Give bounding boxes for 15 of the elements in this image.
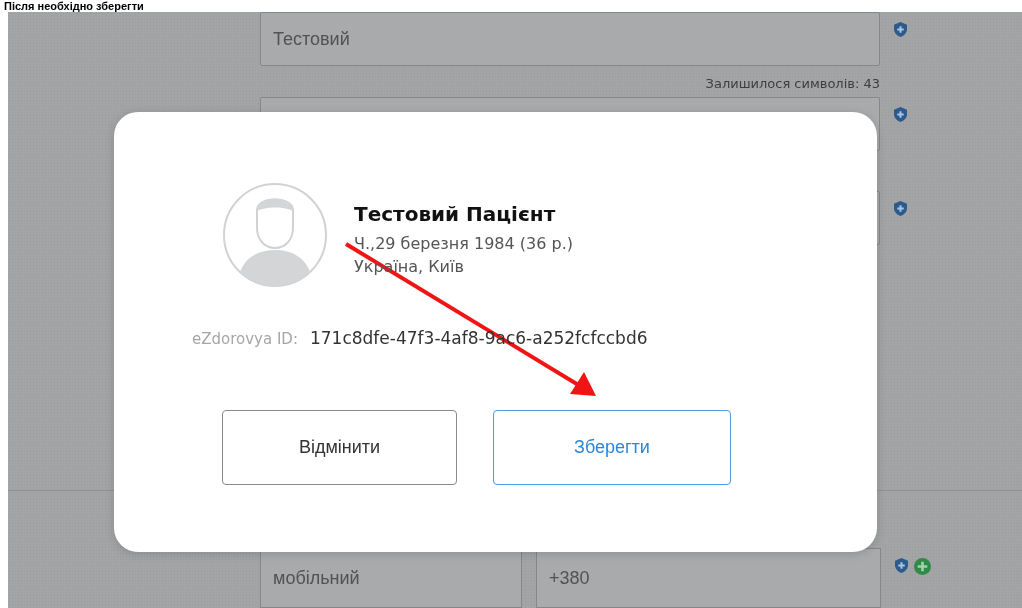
shield-icon <box>894 201 907 216</box>
birth-date: Ч.,29 березня 1984 (36 р.) <box>354 234 573 253</box>
shield-icon <box>894 107 907 122</box>
patient-name: Тестовий Пацієнт <box>354 202 557 226</box>
page-heading: Після необхідно зберегти <box>3 0 145 12</box>
character-counter: Залишилося символів: 43 <box>704 76 880 91</box>
add-icon[interactable] <box>914 558 931 575</box>
avatar-icon <box>222 180 328 290</box>
phone-number-field[interactable]: +380 <box>536 548 881 608</box>
cancel-button[interactable]: Відмінити <box>222 410 457 485</box>
shield-icon <box>894 22 907 37</box>
save-button[interactable]: Зберегти <box>493 410 731 485</box>
input-field[interactable]: Тестовий <box>260 12 880 66</box>
id-label: eZdorovya ID: <box>192 330 298 348</box>
shield-icon <box>895 558 908 573</box>
